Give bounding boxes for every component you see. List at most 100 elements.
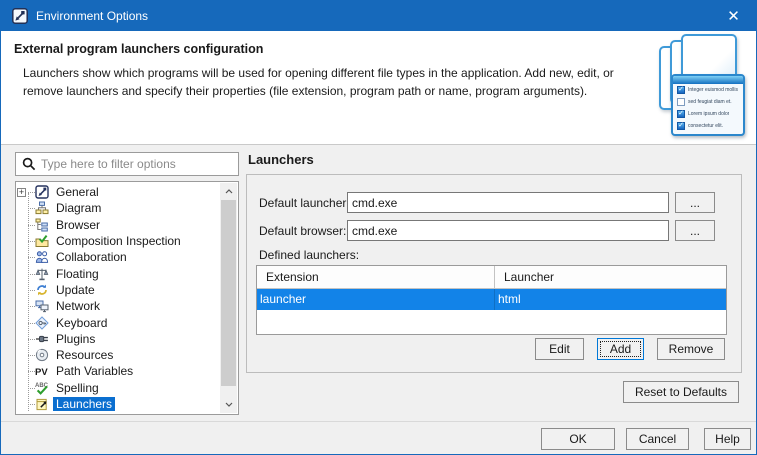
- search-icon: [22, 157, 36, 171]
- tree-item-spelling[interactable]: ABC Spelling: [16, 380, 220, 396]
- checklist-item-label: Integer euismod mollis: [688, 87, 738, 93]
- launchers-checklist-illustration: ✓Integer euismod mollissed feugiat diam …: [651, 34, 751, 140]
- tree-item-label: Path Variables: [53, 364, 136, 378]
- column-header-launcher[interactable]: Launcher: [495, 266, 726, 288]
- default-browser-input[interactable]: [347, 220, 669, 241]
- keyboard-icon: [35, 316, 49, 330]
- tree-item-keyboard[interactable]: Keyboard: [16, 314, 220, 330]
- tree-item-resources[interactable]: Resources: [16, 347, 220, 363]
- default-launcher-label: Default launcher:: [259, 196, 350, 210]
- tree-item-label: Composition Inspection: [53, 234, 184, 248]
- launchers-groupbox: Default launcher: ... Default browser: .…: [246, 174, 742, 373]
- tree-item-plugins[interactable]: Plugins: [16, 331, 220, 347]
- browser-icon: [35, 218, 49, 232]
- add-button[interactable]: Add: [597, 338, 644, 360]
- tree-item-label: Experience: [53, 413, 119, 414]
- titlebar: Environment Options ✕: [1, 1, 756, 31]
- page-description: Launchers show which programs will be us…: [23, 64, 635, 100]
- dialog-footer: OK Cancel Help: [1, 421, 756, 455]
- tree-item-label: Floating: [53, 267, 102, 281]
- tree-item-label: Spelling: [53, 381, 102, 395]
- tree-item-collaboration[interactable]: Collaboration: [16, 249, 220, 265]
- plugins-icon: [35, 332, 49, 346]
- cell-extension: launcher: [257, 289, 495, 310]
- window-title: Environment Options: [36, 9, 148, 23]
- options-tree-panel: + General Diagram Browser Composition Inspec…: [15, 181, 239, 415]
- tree-item-diagram[interactable]: Diagram: [16, 200, 220, 216]
- spelling-icon: ABC: [35, 381, 49, 395]
- checklist-item: ✓Lorem ipsum dolor: [673, 108, 743, 120]
- tree-item-label: Launchers: [53, 397, 115, 411]
- tree-item-floating[interactable]: Floating: [16, 265, 220, 281]
- checked-checkbox-icon: ✓: [677, 86, 685, 94]
- reset-to-defaults-button[interactable]: Reset to Defaults: [623, 381, 739, 403]
- default-browser-browse-button[interactable]: ...: [675, 220, 715, 241]
- unchecked-checkbox-icon: [677, 98, 685, 106]
- tree-item-network[interactable]: Network: [16, 298, 220, 314]
- tree-item-label: Resources: [53, 348, 116, 362]
- tree-scrollbar[interactable]: [220, 183, 237, 413]
- table-row[interactable]: launcherhtml: [257, 289, 726, 310]
- column-header-extension[interactable]: Extension: [257, 266, 495, 288]
- remove-button[interactable]: Remove: [657, 338, 725, 360]
- resources-icon: [35, 348, 49, 362]
- composition-inspection-icon: [35, 234, 49, 248]
- tree-item-update[interactable]: Update: [16, 282, 220, 298]
- tree-item-label: Network: [53, 299, 103, 313]
- checked-checkbox-icon: ✓: [677, 110, 685, 118]
- default-launcher-browse-button[interactable]: ...: [675, 192, 715, 213]
- cell-launcher: html: [495, 289, 726, 310]
- launchers-icon: [35, 397, 49, 411]
- checklist-panel-icon: ✓Integer euismod mollissed feugiat diam …: [671, 74, 745, 136]
- defined-launchers-label: Defined launchers:: [259, 248, 359, 262]
- checklist-item: ✓consectetur elit.: [673, 120, 743, 132]
- tree-item-path-variables[interactable]: PV Path Variables: [16, 363, 220, 379]
- default-launcher-input[interactable]: [347, 192, 669, 213]
- dialog-header: External program launchers configuration…: [1, 31, 756, 145]
- network-icon: [35, 299, 49, 313]
- tree-item-label: Plugins: [53, 332, 98, 346]
- tree-item-label: General: [53, 185, 102, 199]
- general-icon: [35, 185, 49, 199]
- tree-item-browser[interactable]: Browser: [16, 217, 220, 233]
- diagram-icon: [35, 201, 49, 215]
- tree-item-label: Update: [53, 283, 98, 297]
- tree-item-composition-inspection[interactable]: Composition Inspection: [16, 233, 220, 249]
- filter-input[interactable]: [41, 157, 238, 171]
- environment-options-dialog: Environment Options ✕ External program l…: [0, 0, 757, 455]
- options-tree: + General Diagram Browser Composition Inspec…: [16, 184, 220, 414]
- svg-text:PV: PV: [35, 367, 48, 378]
- table-header-row: Extension Launcher: [257, 266, 726, 289]
- close-button[interactable]: ✕: [711, 1, 756, 31]
- ok-button[interactable]: OK: [541, 428, 615, 450]
- tree-item-launchers[interactable]: Launchers: [16, 396, 220, 412]
- filter-box: [15, 152, 239, 176]
- checklist-item-label: sed feugiat diam et.: [688, 99, 732, 105]
- scroll-down-icon[interactable]: [220, 396, 237, 413]
- tree-item-label: Diagram: [53, 201, 104, 215]
- edit-button[interactable]: Edit: [535, 338, 584, 360]
- help-button[interactable]: Help: [704, 428, 751, 450]
- checklist-item-label: Lorem ipsum dolor: [688, 111, 729, 117]
- floating-icon: [35, 267, 49, 281]
- checklist-item: sed feugiat diam et.: [673, 96, 743, 108]
- defined-launchers-table: Extension Launcher launcherhtml: [256, 265, 727, 335]
- expand-icon[interactable]: +: [17, 188, 26, 197]
- default-browser-label: Default browser:: [259, 224, 346, 238]
- checked-checkbox-icon: ✓: [677, 122, 685, 130]
- tree-item-experience[interactable]: E Experience: [16, 412, 220, 414]
- tree-item-label: Keyboard: [53, 316, 110, 330]
- scroll-up-icon[interactable]: [220, 183, 237, 200]
- tree-item-label: Browser: [53, 218, 103, 232]
- section-title: Launchers: [248, 152, 314, 167]
- tree-item-general[interactable]: + General: [16, 184, 220, 200]
- app-icon: [12, 8, 28, 24]
- checklist-item: ✓Integer euismod mollis: [673, 84, 743, 96]
- scrollbar-thumb[interactable]: [221, 200, 236, 386]
- experience-icon: E: [35, 413, 49, 414]
- tree-item-label: Collaboration: [53, 250, 130, 264]
- cancel-button[interactable]: Cancel: [626, 428, 689, 450]
- collaboration-icon: [35, 250, 49, 264]
- update-icon: [35, 283, 49, 297]
- path-variables-icon: PV: [35, 364, 49, 378]
